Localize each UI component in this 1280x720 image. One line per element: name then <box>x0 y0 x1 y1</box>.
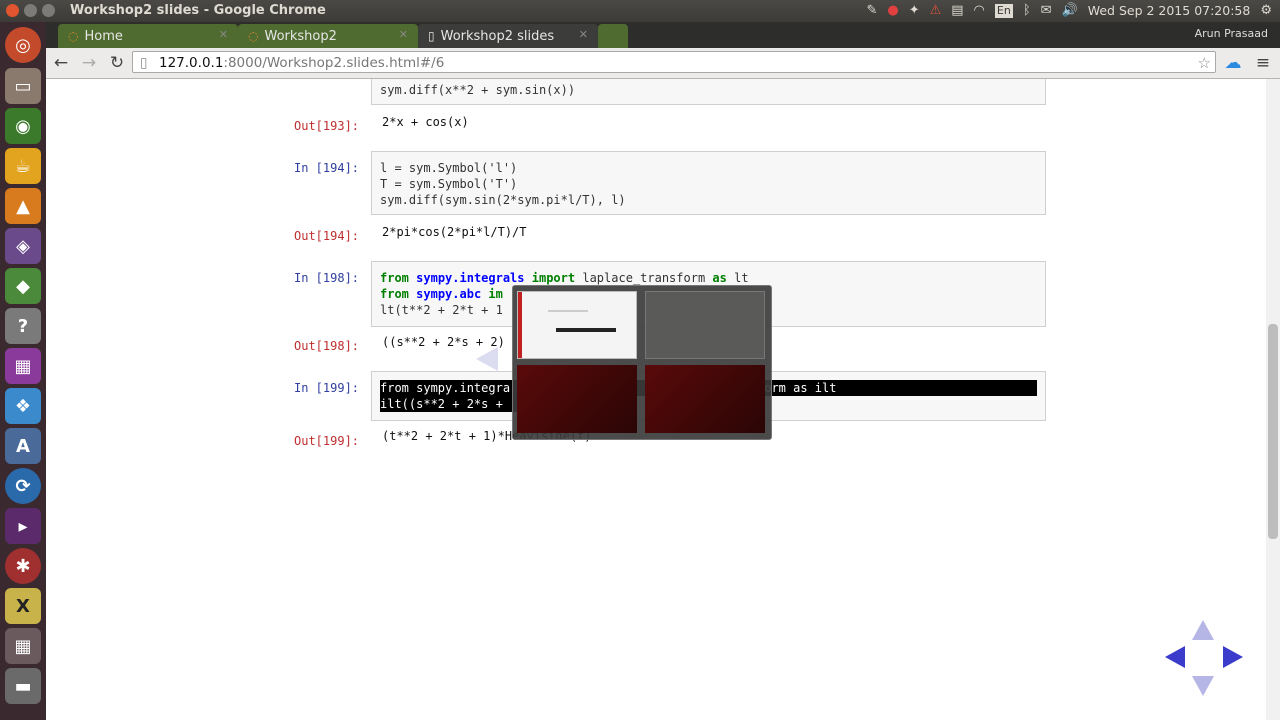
code-line: sym.diff(sym.sin(2*sym.pi*l/T), l) <box>380 193 626 207</box>
minimize-window-button[interactable] <box>24 4 37 17</box>
settings-gear-icon[interactable]: ⚙ <box>1260 2 1272 20</box>
close-tab-icon[interactable]: ✕ <box>219 28 228 41</box>
dash-home-icon[interactable]: ◎ <box>5 27 41 63</box>
left-chevron-icon <box>476 347 498 371</box>
terminal-icon[interactable]: ▸ <box>5 508 41 544</box>
bluetooth-icon[interactable]: ᛒ <box>1023 2 1031 20</box>
volume-icon[interactable]: 🔊 <box>1062 2 1078 20</box>
workspace-thumbnail-1[interactable] <box>517 291 637 359</box>
mail-icon[interactable]: ✉ <box>1041 2 1052 20</box>
cell-output: 2*x + cos(x) <box>382 115 469 129</box>
updater-icon[interactable]: ⟳ <box>5 468 41 504</box>
tab-workshop2[interactable]: ◌ Workshop2 ✕ <box>238 24 418 48</box>
new-tab-button[interactable] <box>598 24 628 48</box>
close-tab-icon[interactable]: ✕ <box>399 28 408 41</box>
menu-icon[interactable]: ≡ <box>1252 52 1274 74</box>
tab-label: Home <box>84 28 123 44</box>
reload-icon[interactable]: ↻ <box>106 52 128 74</box>
code-line: lt(t**2 + 2*t + 1 <box>380 303 503 317</box>
media-icon[interactable]: ◈ <box>5 228 41 264</box>
dropbox-icon[interactable]: ✦ <box>909 2 920 20</box>
wifi-icon[interactable]: ◠ <box>974 2 985 20</box>
tab-workshop2-slides[interactable]: ▯ Workshop2 slides ✕ <box>418 24 598 48</box>
workspace-switcher-icon[interactable]: ▦ <box>5 628 41 664</box>
system-tray: ✎ ● ✦ ⚠ ▤ ◠ En ᛒ ✉ 🔊 Wed Sep 2 2015 07:2… <box>866 2 1272 20</box>
in-prompt: In [198]: <box>294 271 360 285</box>
extension-icon[interactable]: ☁ <box>1222 52 1244 74</box>
code-line: ilt((s**2 + 2*s + <box>380 397 503 411</box>
close-window-button[interactable] <box>6 4 19 17</box>
app-icon[interactable]: ☕ <box>5 148 41 184</box>
browser-tab-bar: ◌ Home ✕ ◌ Workshop2 ✕ ▯ Workshop2 slide… <box>46 22 1280 48</box>
bookmark-star-icon[interactable]: ☆ <box>1198 52 1211 74</box>
code-line: from sympy.integrals import laplace_tran… <box>380 271 749 285</box>
tab-home[interactable]: ◌ Home ✕ <box>58 24 238 48</box>
code-cell[interactable]: sym.diff(x**2 + sym.sin(x)) <box>371 79 1046 105</box>
jupyter-favicon-icon: ◌ <box>68 29 79 43</box>
tab-label: Workshop2 slides <box>440 28 555 44</box>
maximize-window-button[interactable] <box>42 4 55 17</box>
code-line: l = sym.Symbol('l') <box>380 161 518 175</box>
nav-right-arrow-icon[interactable] <box>1223 646 1243 668</box>
nav-down-arrow-icon[interactable] <box>1192 676 1214 696</box>
font-viewer-icon[interactable]: A <box>5 428 41 464</box>
profile-name[interactable]: Arun Prasaad <box>1195 27 1268 40</box>
out-prompt: Out[193]: <box>294 119 360 133</box>
chrome-icon[interactable]: ◉ <box>5 108 41 144</box>
scrollbar-thumb[interactable] <box>1268 324 1278 539</box>
tab-label: Workshop2 <box>264 28 337 44</box>
in-prompt: In [199]: <box>294 381 360 395</box>
close-tab-icon[interactable]: ✕ <box>579 28 588 41</box>
clipboard-icon[interactable]: ▤ <box>951 2 963 20</box>
url-path: :8000/Workshop2.slides.html#/6 <box>223 55 445 71</box>
jupyter-favicon-icon: ◌ <box>248 29 259 43</box>
nav-left-arrow-icon[interactable] <box>1165 646 1185 668</box>
workspace-thumbnail-2[interactable] <box>645 291 765 359</box>
workspace-thumbnail-4[interactable] <box>645 365 765 433</box>
in-prompt: In [194]: <box>294 161 360 175</box>
code-cell[interactable]: l = sym.Symbol('l') T = sym.Symbol('T') … <box>371 151 1046 215</box>
code-line: from sympy.abc im <box>380 287 503 301</box>
browser-toolbar: ← → ↻ ▯ 127.0.0.1:8000/Workshop2.slides.… <box>46 48 1280 79</box>
keyboard-layout-indicator[interactable]: En <box>994 4 1013 18</box>
window-preview <box>548 310 588 312</box>
page-favicon-icon: ▯ <box>428 29 435 43</box>
files-icon[interactable]: ▭ <box>5 68 41 104</box>
software-center-icon[interactable]: ❖ <box>5 388 41 424</box>
out-prompt: Out[199]: <box>294 434 360 448</box>
nav-up-arrow-icon[interactable] <box>1192 620 1214 640</box>
warning-icon[interactable]: ⚠ <box>930 2 942 20</box>
code-line: from sympy.integra <box>380 381 511 395</box>
edit-icon[interactable]: ✎ <box>866 2 877 20</box>
trash-icon[interactable]: ▬ <box>5 668 41 704</box>
clock[interactable]: Wed Sep 2 2015 07:20:58 <box>1088 2 1251 20</box>
out-prompt: Out[198]: <box>294 339 360 353</box>
xournal-icon[interactable]: X <box>5 588 41 624</box>
out-prompt: Out[194]: <box>294 229 360 243</box>
record-icon[interactable]: ● <box>887 2 898 20</box>
cell-output: 2*pi*cos(2*pi*l/T)/T <box>382 225 527 239</box>
workspace-switcher-overlay <box>512 285 772 440</box>
url-host: 127.0.0.1 <box>159 55 224 71</box>
window-preview <box>556 328 616 332</box>
help-icon[interactable]: ? <box>5 308 41 344</box>
page-icon: ▯ <box>140 55 148 71</box>
vertical-scrollbar[interactable] <box>1266 79 1280 720</box>
cube-icon[interactable]: ◆ <box>5 268 41 304</box>
address-bar[interactable]: ▯ 127.0.0.1:8000/Workshop2.slides.html#/… <box>132 51 1216 73</box>
window-preview <box>518 292 522 358</box>
workspace-thumbnail-3[interactable] <box>517 365 637 433</box>
forward-arrow-icon[interactable]: → <box>78 52 100 74</box>
calendar-icon[interactable]: ▦ <box>5 348 41 384</box>
code-line: T = sym.Symbol('T') <box>380 177 518 191</box>
system-top-panel: Workshop2 slides - Google Chrome ✎ ● ✦ ⚠… <box>0 0 1280 22</box>
code-line: sym.diff(x**2 + sym.sin(x)) <box>380 83 576 97</box>
vlc-icon[interactable]: ▲ <box>5 188 41 224</box>
back-arrow-icon[interactable]: ← <box>50 52 72 74</box>
launcher: ◎ ▭ ◉ ☕ ▲ ◈ ◆ ? ▦ ❖ A ⟳ ▸ ✱ X ▦ ▬ <box>0 22 46 720</box>
window-title: Workshop2 slides - Google Chrome <box>70 3 326 18</box>
settings-icon[interactable]: ✱ <box>5 548 41 584</box>
